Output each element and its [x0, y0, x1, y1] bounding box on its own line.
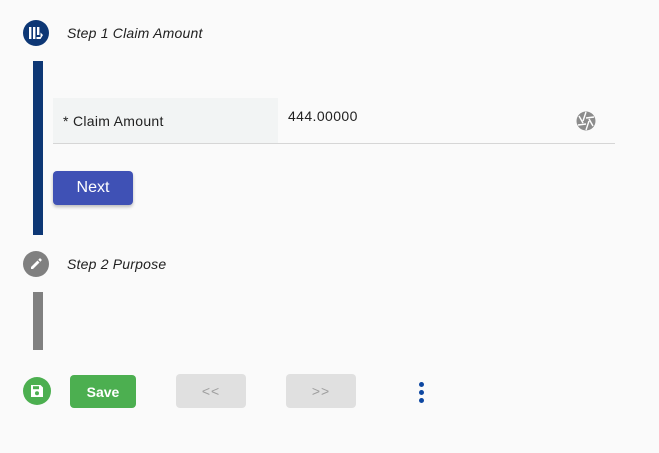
aperture-icon[interactable]: [575, 110, 597, 132]
previous-button[interactable]: <<: [176, 374, 246, 408]
save-button[interactable]: Save: [70, 375, 136, 408]
claim-amount-label: * Claim Amount: [53, 98, 278, 143]
forward-button[interactable]: >>: [286, 374, 356, 408]
more-vertical-icon[interactable]: [411, 378, 431, 406]
claim-amount-icon: [23, 20, 49, 46]
floppy-disk-icon[interactable]: [23, 377, 51, 405]
claim-amount-input[interactable]: [288, 106, 558, 126]
claim-amount-field: * Claim Amount: [53, 98, 615, 144]
step-2-progress-rail: [33, 292, 43, 350]
step-1-progress-rail: [33, 61, 43, 235]
step-2-title: Step 2 Purpose: [67, 256, 167, 272]
step-1-title: Step 1 Claim Amount: [67, 25, 203, 41]
pencil-icon[interactable]: [23, 251, 49, 277]
next-button[interactable]: Next: [53, 171, 133, 205]
